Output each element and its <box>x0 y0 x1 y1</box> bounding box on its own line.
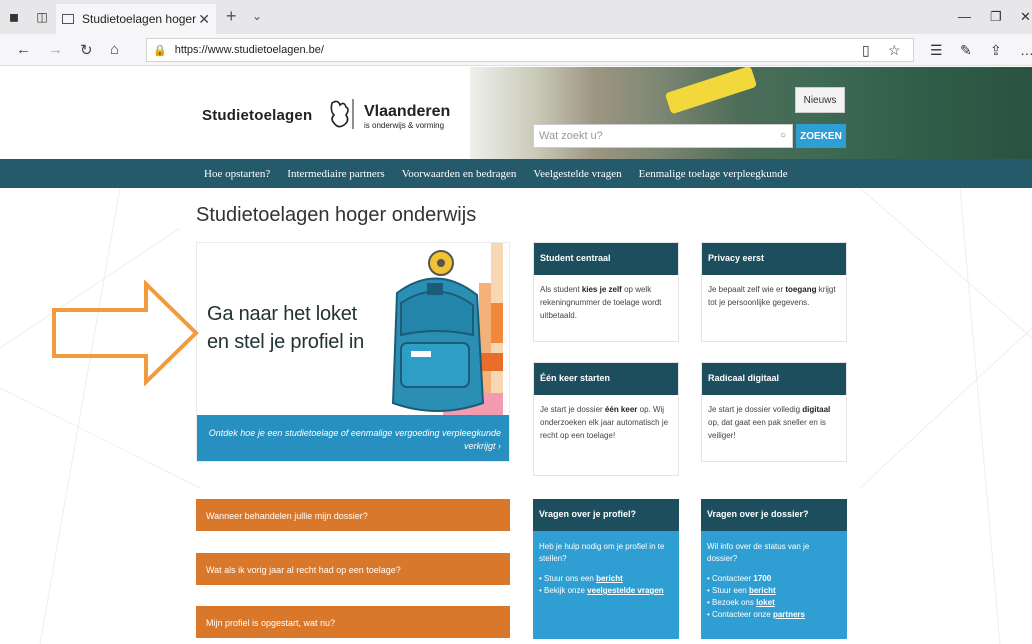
card-title: Één keer starten <box>534 363 678 395</box>
list-item: • Bezoek ons loket <box>707 598 775 607</box>
card-body: Als student kies je zelf op welk rekenin… <box>540 285 662 320</box>
site-header: Studietoelagen Vlaanderen is onderwijs &… <box>0 67 1032 159</box>
nav-veelgestelde-vragen[interactable]: Veelgestelde vragen <box>533 168 621 180</box>
faq-behandeling[interactable]: Wanneer behandelen jullie mijn dossier? <box>196 499 510 531</box>
forward-icon[interactable]: → <box>48 41 63 58</box>
page-icon <box>62 14 74 24</box>
search-icon: ○ <box>779 130 786 141</box>
set-aside-tabs-icon[interactable]: ◫ <box>28 0 56 34</box>
card-student-centraal: Student centraal Als student kies je zel… <box>533 242 679 342</box>
site-brand[interactable]: Studietoelagen <box>202 107 312 124</box>
backpack-illustration <box>197 243 509 415</box>
minimize-icon[interactable]: — <box>958 9 971 24</box>
card-title: Radicaal digitaal <box>702 363 846 395</box>
list-item: • Contacteer 1700 <box>707 574 772 583</box>
close-window-icon[interactable]: ✕ <box>1020 9 1031 25</box>
favorite-star-icon[interactable]: ☆ <box>888 42 901 59</box>
card-een-keer-starten: Één keer starten Je start je dossier één… <box>533 362 679 476</box>
search-placeholder: Wat zoekt u? <box>539 130 603 142</box>
nav-eenmalige-toelage[interactable]: Eenmalige toelage verpleegkunde <box>639 168 788 180</box>
faq-vorig-jaar[interactable]: Wat als ik vorig jaar al recht had op ee… <box>196 553 510 585</box>
url-text: https://www.studietoelagen.be/ <box>174 44 324 56</box>
card-privacy-eerst: Privacy eerst Je bepaalt zelf wie er toe… <box>701 242 847 342</box>
home-icon[interactable]: ⌂ <box>110 41 119 58</box>
nieuws-button[interactable]: Nieuws <box>795 87 845 113</box>
card-body: Je bepaalt zelf wie er toegang krijgt to… <box>708 285 836 307</box>
bericht-link[interactable]: bericht <box>596 574 623 583</box>
card-radicaal-digitaal: Radicaal digitaal Je start je dossier vo… <box>701 362 847 462</box>
background-pattern <box>0 188 1032 644</box>
help-profile-intro: Heb je hulp nodig om je profiel in te st… <box>539 542 665 563</box>
help-dossier-title: Vragen over je dossier? <box>701 499 847 531</box>
browser-tab[interactable]: Studietoelagen hoger o ✕ <box>56 4 216 34</box>
vlaanderen-subtitle: is onderwijs & vorming <box>364 121 445 130</box>
nav-voorwaarden[interactable]: Voorwaarden en bedragen <box>402 168 517 180</box>
close-tab-icon[interactable]: ✕ <box>198 11 210 28</box>
search-button[interactable]: ZOEKEN <box>796 124 846 148</box>
more-icon[interactable]: … <box>1020 42 1032 58</box>
help-dossier-box: Vragen over je dossier? Wil info over de… <box>701 499 847 639</box>
card-body: Je start je dossier één keer op. Wij ond… <box>540 405 669 440</box>
annotation-arrow <box>52 280 199 386</box>
tab-preview-chevron-icon[interactable]: ⌄ <box>252 9 262 23</box>
restore-icon[interactable]: ❐ <box>990 9 1002 25</box>
card-title: Student centraal <box>534 243 678 275</box>
address-toolbar: ← → ↻ ⌂ 🔒 https://www.studietoelagen.be/… <box>0 34 1032 66</box>
nav-intermediaire-partners[interactable]: Intermediaire partners <box>287 168 384 180</box>
main-navigation: Hoe opstarten? Intermediaire partners Vo… <box>0 159 1032 188</box>
share-icon[interactable]: ⇪ <box>990 42 1002 59</box>
bericht-link[interactable]: bericht <box>749 586 776 595</box>
card-body: Je start je dossier volledig digitaal op… <box>708 405 831 440</box>
loket-heading-line2: en stel je profiel in <box>207 331 365 353</box>
nav-hoe-opstarten[interactable]: Hoe opstarten? <box>204 168 270 180</box>
address-bar[interactable]: 🔒 https://www.studietoelagen.be/ <box>146 38 914 62</box>
reading-view-icon[interactable]: ▯ <box>862 42 870 59</box>
lock-icon: 🔒 <box>153 44 167 57</box>
help-dossier-intro: Wil info over de status van je dossier? <box>707 542 810 563</box>
list-item: • Contacteer onze partners <box>707 610 805 619</box>
loket-link[interactable]: loket <box>756 598 775 607</box>
veelgestelde-vragen-link[interactable]: veelgestelde vragen <box>587 586 663 595</box>
favorites-hub-icon[interactable]: ☰ <box>930 42 943 59</box>
vlaanderen-lion-icon[interactable] <box>326 97 358 131</box>
page-title: Studietoelagen hoger onderwijs <box>196 204 477 226</box>
faq-profiel-opgestart[interactable]: Mijn profiel is opgestart, wat nu? <box>196 606 510 638</box>
pencil-image <box>664 67 758 115</box>
vlaanderen-name: Vlaanderen <box>364 103 451 120</box>
back-icon[interactable]: ← <box>16 41 31 58</box>
partners-link[interactable]: partners <box>773 610 805 619</box>
refresh-icon[interactable]: ↻ <box>80 41 93 59</box>
list-item: • Stuur een bericht <box>707 586 776 595</box>
loket-caption-link[interactable]: Ontdek hoe je een studietoelage of eenma… <box>197 415 509 461</box>
card-title: Privacy eerst <box>702 243 846 275</box>
new-tab-icon[interactable]: + <box>226 6 237 27</box>
list-item: • Bekijk onze veelgestelde vragen <box>539 586 664 595</box>
loket-feature[interactable]: Ga naar het loket en stel je profiel in … <box>196 242 510 462</box>
search-input[interactable]: Wat zoekt u? ○ <box>533 124 793 148</box>
phone-1700: 1700 <box>753 574 772 583</box>
tab-title: Studietoelagen hoger o <box>82 12 199 26</box>
help-profile-title: Vragen over je profiel? <box>533 499 679 531</box>
tab-actions-icon[interactable]: ◼ <box>0 0 28 34</box>
help-profile-box: Vragen over je profiel? Heb je hulp nodi… <box>533 499 679 639</box>
list-item: • Stuur ons een bericht <box>539 574 623 583</box>
web-note-icon[interactable]: ✎ <box>960 42 972 59</box>
loket-heading-line1: Ga naar het loket <box>207 303 358 325</box>
